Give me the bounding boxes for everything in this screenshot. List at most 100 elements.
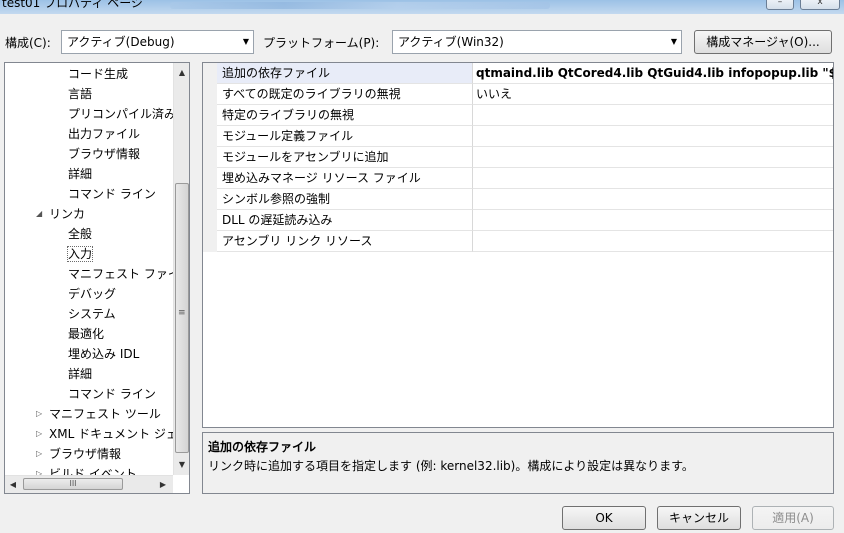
tree-horizontal-scroll-thumb[interactable]: III [23,478,123,490]
scroll-right-icon[interactable]: ▶ [155,477,171,493]
tree-item[interactable]: コード生成 [68,64,128,84]
platform-label: プラットフォーム(P): [263,36,380,50]
title-bar: test01 プロパティ ページ – x [0,0,844,14]
tree-item-label: ブラウザ情報 [68,147,141,161]
property-name[interactable]: DLL の遅延読み込み [217,210,473,231]
property-value[interactable] [473,189,833,210]
property-row[interactable]: 追加の依存ファイル qtmaind.lib QtCored4.lib QtGuid… [203,63,833,84]
row-gutter [203,168,217,189]
property-row[interactable]: 特定のライブラリの無視 [203,105,833,126]
tree-item-label: マニフェスト ツール [49,407,161,421]
tree-item[interactable]: 言語 [68,84,92,104]
tree-item[interactable]: 埋め込み IDL [68,344,139,364]
tree-item-label: XML ドキュメント ジェ [49,427,178,441]
property-name[interactable]: 埋め込みマネージ リソース ファイル [217,168,473,189]
description-title: 追加の依存ファイル [208,440,317,454]
property-row[interactable]: 埋め込みマネージ リソース ファイル [203,168,833,189]
tree-item-label: プリコンパイル済み [68,107,177,121]
tree-vertical-scrollbar[interactable]: ▲ ≡ ▼ [173,63,189,475]
property-row[interactable]: すべての既定のライブラリの無視 いいえ [203,84,833,105]
scroll-up-icon[interactable]: ▲ [174,65,189,81]
property-value[interactable]: qtmaind.lib QtCored4.lib QtGuid4.lib inf… [473,63,833,84]
tree-item-label: コマンド ライン [68,387,156,401]
property-name[interactable]: モジュールをアセンブリに追加 [217,147,473,168]
minimize-icon: – [777,0,783,7]
tree-horizontal-scrollbar[interactable]: ◀ III ▶ [5,475,173,493]
tree-item[interactable]: ▷ ブラウザ情報 [36,444,122,464]
tree-item[interactable]: ▷ マニフェスト ツール [36,404,161,424]
tree-item-label: デバッグ [68,287,117,301]
expand-icon[interactable]: ▷ [36,424,42,444]
property-name[interactable]: シンボル参照の強制 [217,189,473,210]
tree-item[interactable]: プリコンパイル済み [68,104,176,124]
tree-item[interactable]: 詳細 [68,364,92,384]
row-gutter [203,231,217,252]
property-value[interactable] [473,147,833,168]
close-icon: x [817,0,823,7]
tree-item[interactable]: 入力 [66,244,94,264]
property-grid[interactable]: 追加の依存ファイル qtmaind.lib QtCored4.lib QtGuid… [202,62,834,428]
property-row[interactable]: シンボル参照の強制 [203,189,833,210]
grip-icon: ≡ [178,308,186,318]
property-value[interactable] [473,105,833,126]
tree-item-label: 全般 [68,227,93,241]
ok-button[interactable]: OK [562,506,646,530]
tree-item[interactable]: マニフェスト ファイル [68,264,189,284]
property-name[interactable]: 特定のライブラリの無視 [217,105,473,126]
tree-item[interactable]: コマンド ライン [68,184,156,204]
tree-item[interactable]: 最適化 [68,324,104,344]
row-gutter [203,84,217,105]
tree-item-label: 最適化 [68,327,105,341]
cancel-button[interactable]: キャンセル [657,506,741,530]
tree-item-label: 詳細 [68,167,93,181]
chevron-down-icon: ▼ [242,37,249,46]
config-select[interactable]: アクティブ(Debug) ▼ [61,30,254,54]
row-gutter [203,189,217,210]
row-gutter [203,147,217,168]
tree-item[interactable]: デバッグ [68,284,116,304]
tree-item[interactable]: ◢ リンカ [36,204,85,224]
platform-select[interactable]: アクティブ(Win32) ▼ [392,30,682,54]
tree-item[interactable]: 出力ファイル [68,124,140,144]
row-gutter [203,210,217,231]
tree-item-label: ブラウザ情報 [49,447,122,461]
expand-icon[interactable]: ▷ [36,404,42,424]
property-value[interactable] [473,231,833,252]
property-value[interactable] [473,168,833,189]
tree-item[interactable]: 詳細 [68,164,92,184]
chevron-down-icon: ▼ [670,37,677,46]
title-bar-blur [170,2,550,9]
tree-item[interactable]: ▷ XML ドキュメント ジェ [36,424,178,444]
property-row[interactable]: モジュールをアセンブリに追加 [203,147,833,168]
description-text: リンク時に追加する項目を指定します (例: kernel32.lib)。構成によ… [208,459,694,473]
property-name[interactable]: モジュール定義ファイル [217,126,473,147]
property-name[interactable]: すべての既定のライブラリの無視 [217,84,473,105]
tree-item[interactable]: ブラウザ情報 [68,144,140,164]
tree-item[interactable]: システム [68,304,116,324]
property-row[interactable]: DLL の遅延読み込み [203,210,833,231]
tree-item-label: 言語 [68,87,93,101]
platform-select-value: アクティブ(Win32) [398,35,504,49]
tree-item-label: 入力 [66,246,94,262]
tree-item[interactable]: コマンド ライン [68,384,156,404]
property-tree[interactable]: コード生成 言語 プリコンパイル済み 出力ファイル ブラウザ情報 詳細 コマンド ライン ◢ リ… [4,62,190,494]
tree-vertical-scroll-thumb[interactable]: ≡ [175,183,189,453]
property-row[interactable]: アセンブリ リンク リソース [203,231,833,252]
close-button[interactable]: x [800,0,840,10]
expand-icon[interactable]: ▷ [36,444,42,464]
apply-button[interactable]: 適用(A) [752,506,834,530]
minimize-button[interactable]: – [766,0,794,10]
property-value[interactable] [473,126,833,147]
tree-item-label: 詳細 [68,367,93,381]
collapse-icon[interactable]: ◢ [36,204,42,224]
tree-item[interactable]: 全般 [68,224,92,244]
property-value[interactable]: いいえ [473,84,833,105]
property-value[interactable] [473,210,833,231]
row-gutter [203,63,217,84]
scroll-down-icon[interactable]: ▼ [174,457,189,473]
property-name[interactable]: アセンブリ リンク リソース [217,231,473,252]
property-row[interactable]: モジュール定義ファイル [203,126,833,147]
scroll-left-icon[interactable]: ◀ [5,477,21,493]
property-name[interactable]: 追加の依存ファイル [217,63,473,84]
config-manager-button[interactable]: 構成マネージャ(O)... [694,30,832,54]
